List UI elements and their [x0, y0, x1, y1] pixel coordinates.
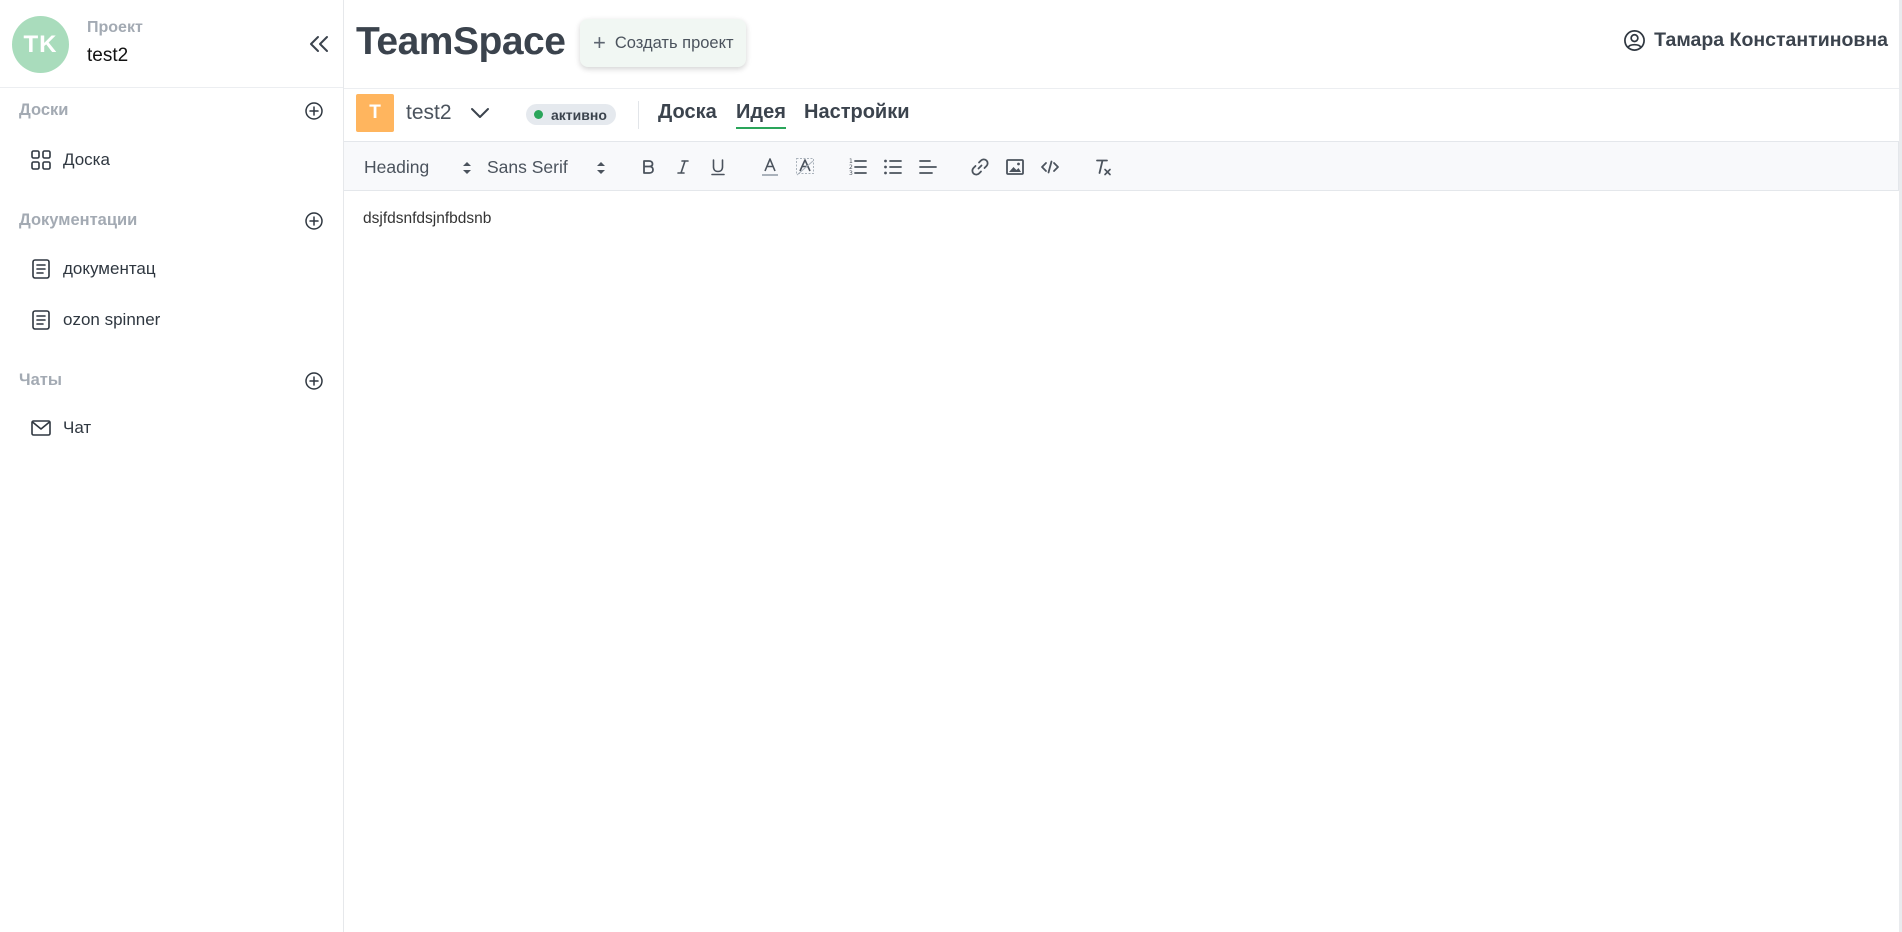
project-name: test2 [87, 45, 129, 66]
image-button[interactable] [1001, 154, 1029, 180]
highlight-icon [796, 158, 814, 176]
code-icon [1041, 160, 1059, 174]
text-color-icon [762, 158, 778, 176]
font-select[interactable]: Sans Serif [487, 154, 612, 180]
plus-circle-icon [305, 212, 323, 230]
sidebar-item-doc[interactable]: документац [30, 254, 156, 284]
sidebar-item-label: документац [63, 259, 156, 278]
section-title-boards: Доски [19, 101, 69, 119]
code-button[interactable] [1036, 154, 1064, 180]
collapse-sidebar-button[interactable] [304, 30, 334, 58]
section-title-docs: Документации [19, 211, 138, 229]
image-icon [1006, 159, 1024, 175]
bullet-list-icon [884, 159, 902, 175]
heading-select-value: Heading [364, 156, 430, 177]
sort-arrows-icon [463, 162, 471, 174]
link-icon [971, 158, 989, 176]
user-name: Тамара Константиновна [1654, 29, 1888, 51]
sidebar-item-label: Доска [63, 150, 110, 169]
sidebar-item-board[interactable]: Доска [30, 145, 110, 175]
top-header: TeamSpace + Создать проект Тамара Конста… [344, 0, 1902, 89]
document-icon [30, 258, 52, 280]
align-button[interactable] [914, 154, 942, 180]
link-button[interactable] [966, 154, 994, 180]
underline-icon [711, 159, 725, 176]
sort-arrows-icon [597, 162, 605, 174]
sidebar-header: TK Проект test2 [0, 0, 343, 88]
sidebar-item-label: Чат [63, 418, 92, 437]
ordered-list-icon: 1 2 3 [849, 158, 867, 177]
plus-icon: + [593, 30, 606, 55]
app-title: TeamSpace [356, 20, 566, 63]
project-bar: T test2 активно Доска Идея Настройки [344, 89, 1902, 141]
create-project-label: Создать проект [614, 33, 734, 52]
tab-idea[interactable]: Идея [736, 101, 786, 129]
clear-format-button[interactable] [1089, 154, 1117, 180]
plus-circle-icon [305, 372, 323, 390]
plus-circle-icon [305, 102, 323, 120]
double-chevron-left-icon [310, 36, 328, 52]
user-circle-icon [1624, 30, 1646, 51]
editor-toolbar: Heading Sans Serif 1 2 3 [344, 141, 1899, 191]
project-select-value: test2 [406, 101, 452, 124]
chevron-down-icon [470, 108, 489, 118]
ordered-list-button[interactable]: 1 2 3 [844, 154, 872, 180]
sidebar: TK Проект test2 Доски Доска Документации… [0, 0, 344, 932]
tab-board[interactable]: Доска [658, 101, 717, 127]
status-text: активно [551, 106, 607, 123]
status-badge: активно [526, 104, 616, 125]
mail-icon [30, 417, 52, 439]
grid-icon [30, 149, 52, 171]
align-left-icon [919, 160, 937, 174]
font-select-value: Sans Serif [487, 156, 568, 177]
svg-text:3: 3 [849, 170, 853, 177]
heading-select[interactable]: Heading [364, 154, 474, 180]
avatar[interactable]: TK [12, 16, 69, 73]
bold-button[interactable] [634, 154, 662, 180]
section-title-chats: Чаты [19, 371, 62, 389]
status-dot [534, 110, 543, 119]
text-color-button[interactable] [756, 154, 784, 180]
add-board-button[interactable] [303, 100, 325, 122]
editor-content[interactable]: dsjfdsnfdsjnfbdsnb [363, 210, 491, 228]
sidebar-item-doc[interactable]: ozon spinner [30, 305, 160, 335]
editor-area[interactable]: dsjfdsnfdsjnfbdsnb [344, 191, 1899, 932]
italic-button[interactable] [669, 154, 697, 180]
document-icon [30, 309, 52, 331]
clear-format-icon [1096, 159, 1111, 176]
user-menu[interactable]: Тамара Константиновна [1623, 29, 1888, 52]
sidebar-item-label: ozon spinner [63, 310, 161, 329]
add-chat-button[interactable] [303, 370, 325, 392]
bullet-list-button[interactable] [879, 154, 907, 180]
divider [638, 101, 639, 129]
create-project-button[interactable]: + Создать проект [580, 19, 746, 67]
add-doc-button[interactable] [303, 210, 325, 232]
italic-icon [677, 160, 689, 174]
project-select[interactable]: test2 [406, 101, 490, 125]
underline-button[interactable] [704, 154, 732, 180]
project-caption: Проект [87, 19, 143, 36]
bold-icon [643, 160, 654, 174]
sidebar-item-chat[interactable]: Чат [30, 413, 91, 443]
tab-settings[interactable]: Настройки [804, 101, 910, 127]
project-badge: T [356, 94, 394, 132]
highlight-button[interactable] [791, 154, 819, 180]
